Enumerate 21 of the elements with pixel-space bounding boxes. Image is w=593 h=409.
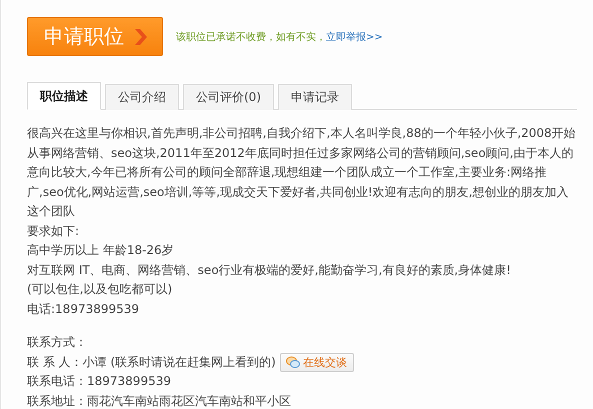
description-text: (可以包住,以及包吃都可以) bbox=[27, 281, 174, 298]
notice-text: 该职位已承诺不收费，如有不实，立即举报>> bbox=[176, 30, 383, 44]
description-text: 电话:18973899539 bbox=[27, 300, 140, 318]
tab[interactable]: 职位描述 bbox=[27, 82, 101, 110]
description-text: 对互联网 IT、电商、网络营销、seo行业有极端的爱好,能勤奋学习,有良好的素质,身体健康! bbox=[27, 262, 512, 278]
contact-value: 18973899539 bbox=[87, 373, 171, 390]
contact-label: 联系地址： bbox=[27, 392, 87, 409]
report-link[interactable]: 立即举报>> bbox=[326, 32, 383, 42]
contact-heading: 联系方式： bbox=[27, 334, 88, 351]
chat-bubbles-icon bbox=[286, 356, 300, 369]
contact-value: 小谭 (联系时请说在赶集网上看到的) bbox=[82, 354, 276, 370]
chevron-icon bbox=[134, 28, 148, 46]
description-text: 要求如下: bbox=[27, 222, 80, 240]
contact-value: 雨花汽车南站雨花区汽车南站和平小区 bbox=[87, 392, 291, 409]
tab[interactable]: 公司介绍 bbox=[105, 84, 179, 110]
tab[interactable]: 公司评价(0) bbox=[183, 84, 274, 110]
description-text: 高中学历以上 年龄18-26岁 bbox=[27, 242, 175, 259]
description-text: 很高兴在这里与你相识,首先声明,非公司招聘,自我介绍下,本人名叫学良,88的一个年轻小伙子,2008开始从事网络营销、seo这块,2011年至2012年底同时担任过多家网络公司的营销顾问,seo顾问,由于本人的意向比较大,今年已将所有公司的顾问全部辞退,现想组建一个团队成立一个工作室,主要业务:网络推广,seo优化,网站运营,seo培训,等等,现成交天下爱好者,共同创业!欢迎有志向的朋友,想创业的朋友加入这个团队 bbox=[27, 125, 577, 220]
tab[interactable]: 申请记录 bbox=[278, 84, 352, 110]
contact-label: 联 系 人： bbox=[27, 354, 83, 370]
contact-label: 联系电话： bbox=[27, 373, 87, 390]
